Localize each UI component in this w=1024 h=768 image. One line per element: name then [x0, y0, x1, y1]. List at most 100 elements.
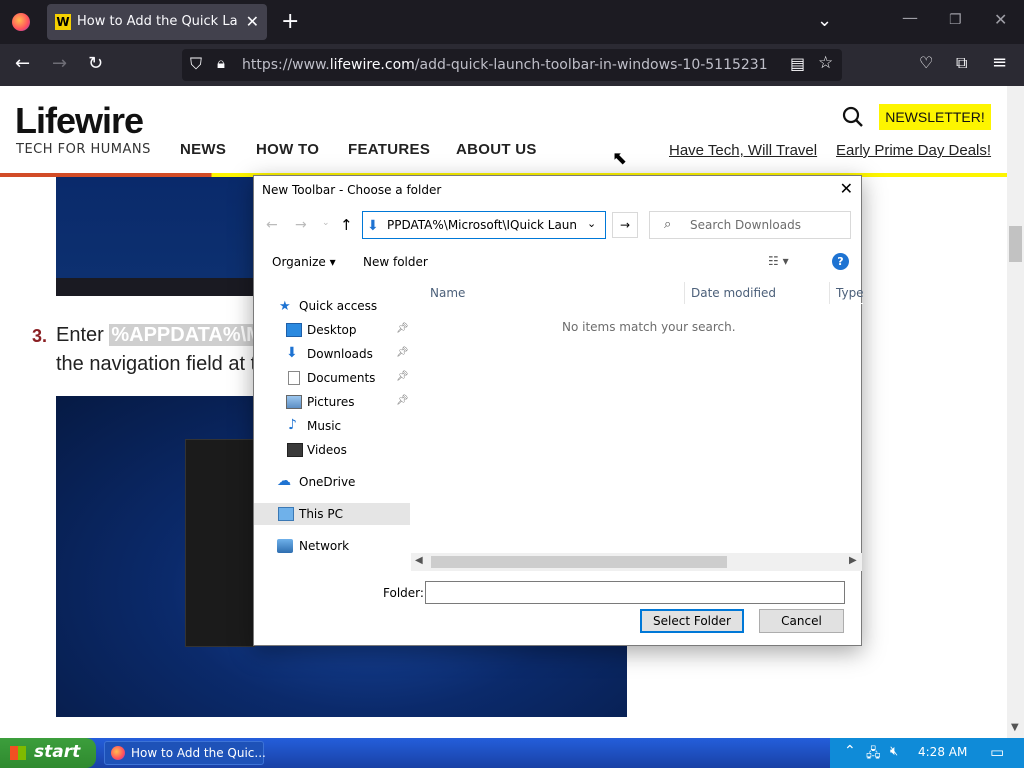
download-icon: ⬇ — [367, 218, 379, 234]
column-separator[interactable] — [684, 282, 685, 304]
organize-menu[interactable]: Organize ▾ — [272, 255, 336, 269]
site-logo[interactable]: Lifewire — [15, 100, 144, 142]
newsletter-button[interactable]: NEWSLETTER! — [879, 104, 991, 130]
pocket-icon[interactable]: ♡ — [919, 55, 933, 71]
pin-icon: 📌︎ — [396, 371, 409, 382]
star-icon: ★ — [279, 299, 291, 314]
notifications-icon[interactable]: ▭ — [990, 743, 1004, 761]
close-window-icon[interactable]: ✕ — [994, 12, 1007, 28]
column-date-modified[interactable]: Date modified — [691, 286, 776, 300]
nav-news[interactable]: NEWS — [180, 141, 226, 158]
start-button[interactable]: start — [0, 738, 96, 768]
promo-link-prime-day[interactable]: Early Prime Day Deals! — [836, 142, 991, 159]
nav-features[interactable]: FEATURES — [348, 141, 430, 158]
navigation-pane: ★ Quick access Desktop 📌︎ ⬇ Downloads 📌︎… — [254, 293, 410, 573]
lifewire-favicon-icon: W — [55, 14, 71, 30]
taskbar: start How to Add the Quic... ⌃ 🖧︎ 🔇︎ 4:2… — [0, 738, 1024, 768]
column-name[interactable]: Name — [430, 286, 465, 300]
forward-arrow-icon[interactable]: → — [295, 217, 307, 233]
cancel-button[interactable]: Cancel — [759, 609, 844, 633]
go-arrow-icon[interactable]: → — [612, 212, 638, 238]
network-status-icon[interactable]: 🖧︎ — [866, 744, 881, 766]
desktop-icon — [286, 323, 302, 337]
show-hidden-icons-icon[interactable]: ⌃ — [844, 743, 856, 759]
clock[interactable]: 4:28 AM — [918, 745, 967, 759]
view-options-icon[interactable]: ☷ ▾ — [768, 254, 789, 268]
bookmark-star-icon[interactable]: ☆ — [818, 55, 833, 72]
nav-desktop[interactable]: Desktop 📌︎ — [254, 319, 410, 341]
url-bar[interactable]: ⛉ 🔒︎ https://www.lifewire.com/add-quick-… — [182, 49, 842, 81]
minimize-window-icon[interactable]: — — [902, 10, 918, 26]
column-type[interactable]: Type — [836, 286, 864, 300]
lock-icon[interactable]: 🔒︎ — [217, 56, 225, 71]
restore-window-icon[interactable]: ❐ — [949, 13, 962, 27]
nav-pictures[interactable]: Pictures 📌︎ — [254, 391, 410, 413]
step-text-start: Enter — [56, 324, 110, 346]
dialog-close-icon[interactable]: ✕ — [840, 179, 853, 198]
nav-quick-access[interactable]: ★ Quick access — [254, 295, 410, 317]
recent-dropdown-icon[interactable]: ⌄ — [322, 218, 330, 228]
scrollbar-thumb[interactable] — [1009, 226, 1022, 262]
scroll-left-arrow-icon[interactable]: ◀ — [415, 555, 423, 566]
browser-tab-bar: W How to Add the Quick Launch ✕ + ⌄ — ❐ … — [0, 0, 1024, 44]
nav-about-us[interactable]: ABOUT US — [456, 141, 537, 158]
nav-how-to[interactable]: HOW TO — [256, 141, 319, 158]
volume-muted-icon[interactable]: 🔇︎ — [890, 744, 898, 759]
firefox-icon — [111, 746, 125, 760]
cloud-icon: ☁ — [277, 473, 291, 489]
column-separator[interactable] — [829, 282, 830, 304]
nav-onedrive[interactable]: ☁ OneDrive — [254, 471, 410, 493]
chevron-down-icon[interactable]: ⌄ — [587, 217, 596, 230]
firefox-menu-icon[interactable] — [12, 13, 30, 31]
tab-title: How to Add the Quick Launch — [77, 14, 237, 29]
address-text: PPDATA%\Microsoft\IQuick Launch\ — [387, 218, 577, 232]
nav-videos[interactable]: Videos — [254, 439, 410, 461]
back-arrow-icon[interactable]: ← — [266, 217, 278, 233]
extensions-icon[interactable]: ⧉ — [956, 55, 967, 71]
step-highlight: %APPDATA%\M — [109, 324, 265, 346]
reload-icon[interactable]: ↻ — [88, 55, 103, 73]
system-tray: ⌃ 🖧︎ 🔇︎ 4:28 AM ▭ — [830, 738, 1024, 768]
horizontal-scrollbar[interactable]: ◀ ▶ — [411, 553, 862, 571]
scrollbar-thumb[interactable] — [431, 556, 727, 568]
new-folder-button[interactable]: New folder — [363, 255, 428, 269]
search-input[interactable]: ⌕ Search Downloads — [649, 211, 851, 239]
hamburger-menu-icon[interactable]: ≡ — [992, 54, 1007, 72]
taskbar-item-firefox[interactable]: How to Add the Quic... — [104, 741, 266, 765]
browser-tab[interactable]: W How to Add the Quick Launch ✕ — [47, 4, 267, 40]
nav-documents[interactable]: Documents 📌︎ — [254, 367, 410, 389]
empty-list-message: No items match your search. — [562, 320, 736, 334]
select-folder-button[interactable]: Select Folder — [640, 609, 744, 633]
nav-music[interactable]: ♪ Music — [254, 415, 410, 437]
videos-icon — [287, 443, 303, 457]
pc-icon — [278, 507, 294, 521]
back-arrow-icon[interactable]: ← — [15, 55, 30, 73]
windows-logo-icon — [10, 746, 26, 760]
new-tab-button[interactable]: + — [281, 11, 299, 33]
folder-input[interactable] — [425, 581, 845, 604]
reader-view-icon[interactable]: ▤ — [790, 56, 805, 72]
nav-this-pc[interactable]: This PC — [254, 503, 410, 525]
address-bar[interactable]: ⬇ PPDATA%\Microsoft\IQuick Launch\ ⌄ — [362, 211, 606, 239]
dialog-title: New Toolbar - Choose a folder — [262, 183, 442, 197]
page-scrollbar[interactable]: ▼ — [1007, 86, 1024, 738]
tab-close-icon[interactable]: ✕ — [246, 12, 259, 31]
mouse-pointer-icon: ⬉ — [612, 148, 628, 169]
article-screenshot-image — [56, 177, 256, 296]
nav-downloads[interactable]: ⬇ Downloads 📌︎ — [254, 343, 410, 365]
nav-network[interactable]: Network — [254, 535, 410, 557]
forward-arrow-icon[interactable]: → — [52, 55, 67, 73]
search-icon[interactable] — [842, 106, 864, 128]
folder-label: Folder: — [383, 586, 424, 600]
help-icon[interactable]: ? — [832, 253, 849, 270]
scroll-down-arrow-icon[interactable]: ▼ — [1011, 722, 1019, 733]
up-arrow-icon[interactable]: ↑ — [340, 216, 353, 234]
step-text: Enter %APPDATA%\M — [56, 324, 265, 347]
promo-link-travel[interactable]: Have Tech, Will Travel — [669, 142, 817, 159]
shield-icon[interactable]: ⛉ — [190, 56, 202, 72]
search-placeholder: Search Downloads — [690, 218, 801, 232]
screenshot-window-thumbnail — [185, 439, 255, 647]
scroll-right-arrow-icon[interactable]: ▶ — [849, 555, 857, 566]
tab-list-chevron-icon[interactable]: ⌄ — [817, 12, 832, 30]
browser-navigation-bar: ← → ↻ ⛉ 🔒︎ https://www.lifewire.com/add-… — [0, 44, 1024, 86]
